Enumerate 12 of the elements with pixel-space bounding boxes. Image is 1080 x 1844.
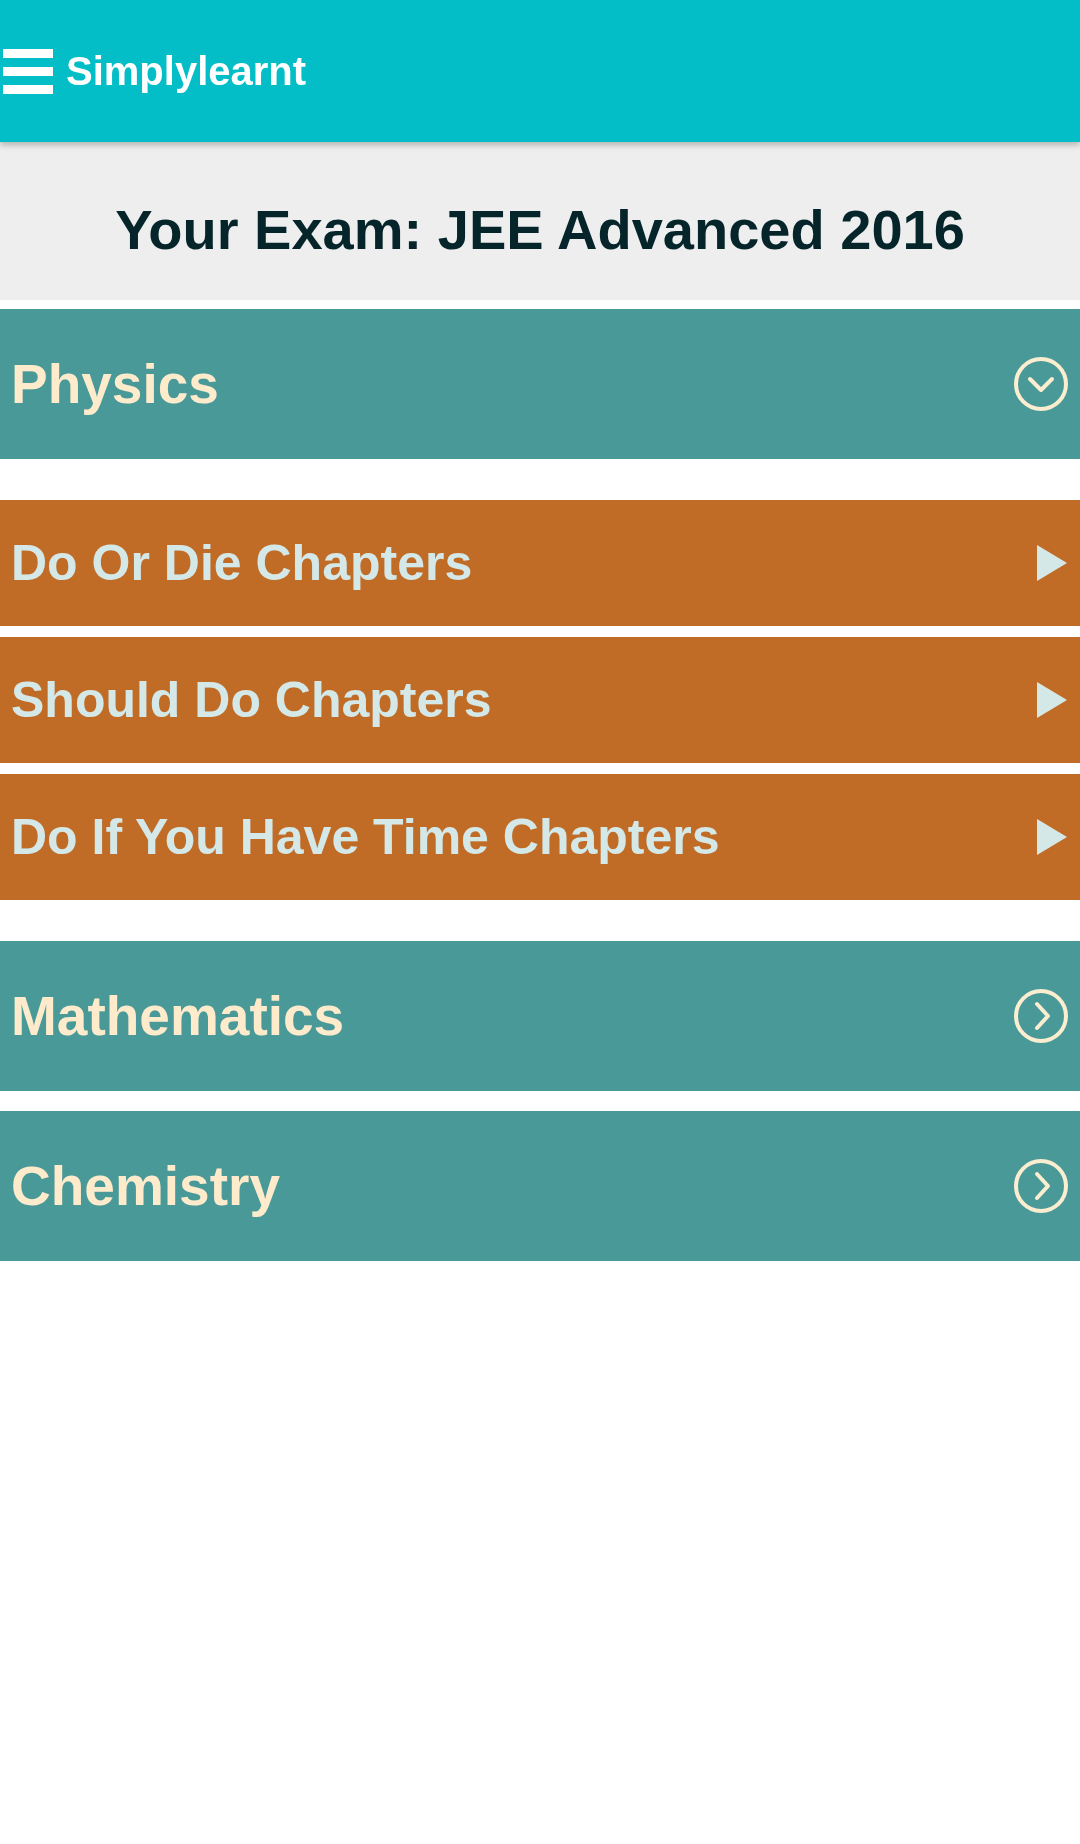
subject-header[interactable]: Chemistry	[0, 1111, 1080, 1261]
app-title: Simplylearnt	[66, 51, 307, 91]
triangle-right-icon	[1037, 545, 1067, 581]
triangle-right-icon	[1037, 819, 1067, 855]
chapter-group-row[interactable]: Do Or Die Chapters	[0, 500, 1080, 626]
chapter-group-row[interactable]: Do If You Have Time Chapters	[0, 774, 1080, 900]
subject-header[interactable]: Physics	[0, 309, 1080, 459]
menu-icon[interactable]	[3, 48, 53, 94]
exam-title: Your Exam: JEE Advanced 2016	[115, 202, 965, 258]
subject-header[interactable]: Mathematics	[0, 941, 1080, 1091]
triangle-right-icon	[1037, 682, 1067, 718]
chapter-group-row[interactable]: Should Do Chapters	[0, 637, 1080, 763]
